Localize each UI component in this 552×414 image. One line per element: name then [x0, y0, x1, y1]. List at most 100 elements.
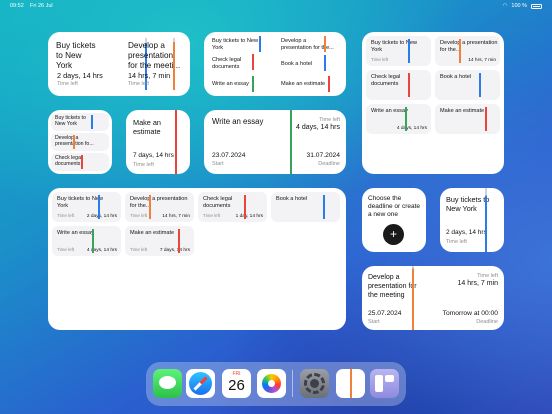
task-remaining-presentation: 14 hrs, 7 min	[128, 71, 171, 80]
list-item-hotel[interactable]: Book a hotel	[281, 61, 336, 68]
widget-medium-presentation[interactable]: Develop a presentation for the meeting T…	[362, 266, 504, 330]
task-remaining-presentation: 14 hrs, 7 min	[457, 280, 498, 287]
list-item-essay[interactable]: Write an essay	[212, 81, 267, 88]
deadline-text: Tomorrow at 00:00	[442, 310, 498, 317]
progress-line-tickets	[91, 115, 93, 129]
deadline-label: Deadline	[318, 161, 340, 167]
widget-small-choose[interactable]: Choose the deadline or create a new one …	[362, 188, 426, 252]
cell-title: Buy tickets to New York	[55, 115, 86, 127]
time-left-label: Time left	[203, 213, 221, 218]
progress-line-tickets	[408, 39, 410, 63]
progress-line-legal	[408, 73, 410, 97]
widget-small-tickets[interactable]: Buy tickets to New York 2 days, 14 hrs T…	[440, 188, 504, 252]
widget-app-icon[interactable]	[370, 369, 399, 398]
calendar-icon[interactable]: FRI 26	[222, 369, 251, 398]
status-right: ◠ 100 %	[503, 3, 542, 9]
calendar-day: 26	[228, 377, 245, 394]
time-left-label: Time left	[133, 162, 154, 168]
list-item-presentation[interactable]: Develop a presentation for the...	[281, 38, 336, 51]
grid-cell-essay[interactable]: Write an essay Time left 4 days, 14 hrs	[52, 226, 121, 256]
cell-title: Develop a presentation for the...	[130, 196, 188, 209]
cell-title: Book a hotel	[440, 74, 472, 80]
widget-large-grid[interactable]: Buy tickets to New York Time left Develo…	[362, 32, 504, 174]
dock: FRI 26	[146, 362, 406, 406]
time-left-label: Time left	[477, 273, 498, 279]
time-left-label: Time left	[57, 247, 75, 252]
widget-small-list[interactable]: Buy tickets to New York Develop a presen…	[48, 110, 112, 174]
grid-cell-hotel[interactable]: Book a hotel	[271, 192, 340, 222]
grid-cell-estimate[interactable]: Make an estimate	[435, 104, 500, 134]
time-left-label: Time left	[130, 213, 148, 218]
grid-cell-tickets[interactable]: Buy tickets to New York Time left 2 days…	[52, 192, 121, 222]
cell-remaining: 2 days, 14 hrs	[86, 214, 117, 219]
photos-icon[interactable]	[257, 369, 286, 398]
grid-cell-presentation[interactable]: Develop a presentation for the... 14 hrs…	[435, 36, 500, 66]
cell-title: Make an estimate	[440, 108, 485, 114]
time-left-label: Time left	[446, 239, 467, 245]
progress-line-presentation	[459, 39, 461, 63]
dock-divider	[292, 370, 293, 397]
task-title-tickets: Buy tickets to New York	[446, 195, 490, 213]
grid-cell-estimate[interactable]: Make an estimate Time left 7 days, 14 hr…	[125, 226, 194, 256]
progress-line-estimate	[485, 107, 487, 131]
progress-line-essay	[405, 107, 407, 131]
task-title-presentation: Develop a presentation for the meeting	[368, 274, 417, 299]
progress-line-presentation	[73, 135, 75, 149]
deadline-label: Deadline	[476, 319, 498, 325]
widget-extra-large-grid[interactable]: Buy tickets to New York Time left 2 days…	[48, 188, 346, 330]
cell-title: Write an essay	[57, 230, 94, 236]
cell-title: Buy tickets to New York	[57, 196, 104, 209]
widget-medium-list[interactable]: Buy tickets to New York Develop a presen…	[204, 32, 346, 96]
messages-icon[interactable]	[153, 369, 182, 398]
cell-title: Make an estimate	[130, 230, 175, 236]
status-bar: 09:52 Fri 26 Jul ◠ 100 %	[10, 3, 542, 13]
progress-line-tickets	[485, 188, 487, 252]
list-item-legal[interactable]: Check legal documents	[51, 153, 109, 171]
start-date: 25.07.2024	[368, 310, 402, 317]
start-date: 23.07.2024	[212, 152, 246, 159]
start-label: Start	[212, 161, 224, 167]
add-button[interactable]: +	[383, 224, 404, 245]
settings-icon[interactable]	[300, 369, 329, 398]
task-title-essay: Write an essay	[212, 117, 264, 126]
progress-line-presentation	[149, 195, 151, 219]
progress-line-tickets	[259, 36, 261, 52]
deadline-app-icon[interactable]	[336, 369, 365, 398]
list-item-tickets[interactable]: Buy tickets to New York	[51, 113, 109, 131]
widget-small-estimate[interactable]: Make an estimate 7 days, 14 hrs Time lef…	[126, 110, 190, 174]
progress-line-legal	[81, 155, 83, 169]
widget-medium-two-tasks[interactable]: Buy tickets to New York 2 days, 14 hrs T…	[48, 32, 190, 96]
safari-icon[interactable]	[186, 369, 215, 398]
time-left-label: Time left	[128, 81, 149, 87]
progress-line-hotel	[323, 195, 325, 219]
grid-cell-tickets[interactable]: Buy tickets to New York Time left	[366, 36, 431, 66]
cell-title: Develop a presentation for the...	[440, 40, 498, 53]
grid-cell-legal[interactable]: Check legal documents	[366, 70, 431, 100]
time-left-label: Time left	[57, 81, 78, 87]
cell-title: Write an essay	[371, 108, 408, 114]
grid-cell-essay[interactable]: Write an essay 4 days, 14 hrs	[366, 104, 431, 134]
widget-medium-essay[interactable]: Write an essay Time left 4 days, 14 hrs …	[204, 110, 346, 174]
grid-cell-hotel[interactable]: Book a hotel	[435, 70, 500, 100]
progress-line-presentation	[324, 36, 326, 52]
cell-remaining: 4 days, 14 hrs	[396, 126, 427, 131]
task-remaining-essay: 4 days, 14 hrs	[296, 124, 340, 131]
grid-cell-presentation[interactable]: Develop a presentation for the... Time l…	[125, 192, 194, 222]
task-remaining-tickets: 2 days, 14 hrs	[446, 229, 487, 236]
status-time: 09:52	[10, 3, 24, 9]
list-item-legal[interactable]: Check legal documents	[212, 57, 267, 70]
grid-cell-legal[interactable]: Check legal documents Time left 1 day, 1…	[198, 192, 267, 222]
task-remaining-tickets: 2 days, 14 hrs	[57, 71, 103, 80]
progress-line-estimate	[178, 229, 180, 253]
cell-title: Check legal documents	[55, 155, 83, 167]
choose-text: Choose the deadline or create a new one	[368, 195, 421, 218]
cell-title: Develop a presentation fo...	[55, 135, 94, 147]
progress-line-estimate	[328, 76, 330, 92]
cell-remaining: 7 days, 14 hrs	[159, 248, 190, 253]
progress-line-legal	[252, 54, 254, 70]
task-title-presentation: Develop a presentation for the meeti...	[128, 41, 181, 70]
cell-title: Check legal documents	[203, 196, 233, 209]
list-item-presentation[interactable]: Develop a presentation fo...	[51, 133, 109, 151]
cell-remaining: 14 hrs, 7 min	[162, 214, 190, 219]
progress-line-hotel	[324, 55, 326, 71]
